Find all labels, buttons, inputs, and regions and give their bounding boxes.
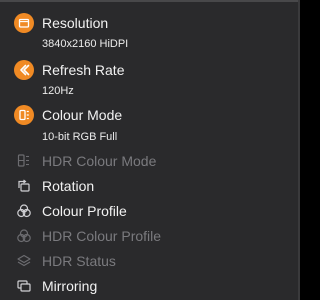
menu-item-refresh-rate[interactable]: Refresh Rate <box>14 59 294 81</box>
menu-item-hdr-colour-profile: HDR Colour Profile <box>14 225 294 247</box>
mirroring-icon <box>14 276 34 296</box>
colour-profile-label: Colour Profile <box>42 203 127 219</box>
menu-item-mirroring[interactable]: Mirroring <box>14 275 294 297</box>
colour-mode-icon <box>14 105 34 125</box>
menu-item-colour-profile[interactable]: Colour Profile <box>14 200 294 222</box>
colour-mode-value: 10-bit RGB Full <box>42 131 118 143</box>
menu-item-colour-mode[interactable]: Colour Mode <box>14 104 294 126</box>
refresh-rate-icon <box>14 60 34 80</box>
hdr-colour-profile-label: HDR Colour Profile <box>42 228 162 244</box>
display-settings-menu: Resolution 3840x2160 HiDPI Refresh Rate … <box>0 0 300 300</box>
menu-item-resolution[interactable]: Resolution <box>14 12 294 34</box>
colour-profile-icon <box>14 201 34 221</box>
hdr-colour-mode-icon <box>14 151 34 171</box>
display-resolution-icon <box>14 13 34 33</box>
refresh-rate-label: Refresh Rate <box>42 62 125 78</box>
menu-item-hdr-colour-mode: HDR Colour Mode <box>14 150 294 172</box>
hdr-status-icon <box>14 251 34 271</box>
rotation-icon <box>14 176 34 196</box>
hdr-status-label: HDR Status <box>42 253 116 269</box>
resolution-value: 3840x2160 HiDPI <box>42 38 129 50</box>
menu-right-border <box>298 0 300 300</box>
resolution-label: Resolution <box>42 15 109 31</box>
menu-item-hdr-status: HDR Status <box>14 250 294 272</box>
hdr-colour-mode-label: HDR Colour Mode <box>42 153 157 169</box>
rotation-label: Rotation <box>42 178 95 194</box>
menu-top-border <box>0 0 300 2</box>
menu-item-rotation[interactable]: Rotation <box>14 175 294 197</box>
hdr-colour-profile-icon <box>14 226 34 246</box>
refresh-rate-value: 120Hz <box>42 85 74 97</box>
colour-mode-label: Colour Mode <box>42 107 123 123</box>
mirroring-label: Mirroring <box>42 278 98 294</box>
